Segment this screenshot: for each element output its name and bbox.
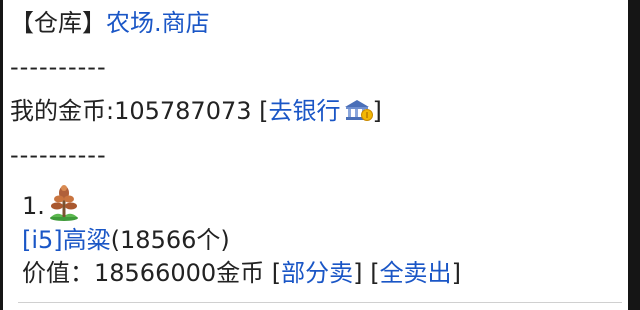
item-level-link[interactable]: [i5] xyxy=(22,226,63,254)
gold-row: 我的金币:105787073 [去银行 ] xyxy=(10,96,382,126)
item-value-row: 价值：18566000金币 [部分卖] [全卖出] xyxy=(22,258,461,288)
item-quantity: (18566个) xyxy=(110,226,230,254)
sell-part-open-bracket: [ xyxy=(271,259,282,287)
bank-close-bracket: ] xyxy=(372,97,382,125)
sell-all-button[interactable]: 全卖出 xyxy=(380,259,452,287)
divider-top: ---------- xyxy=(10,53,107,81)
sorghum-plant-icon xyxy=(49,185,78,221)
go-to-bank-label: 去银行 xyxy=(268,97,341,125)
sell-part-button[interactable]: 部分卖 xyxy=(281,259,353,287)
left-frame-edge xyxy=(0,0,3,310)
item-name-row: [i5]高粱(18566个) xyxy=(22,225,230,255)
page-header: 【仓库】农场.商店 xyxy=(10,8,210,38)
sell-all-open-bracket: [ xyxy=(370,259,380,287)
right-frame-edge xyxy=(628,0,640,310)
sell-part-close-bracket: ] xyxy=(353,259,363,287)
divider-bottom: ---------- xyxy=(10,141,107,169)
sell-all-close-bracket: ] xyxy=(451,259,461,287)
go-to-bank-link[interactable]: 去银行 xyxy=(269,97,373,125)
item-index: 1. xyxy=(22,192,45,220)
warehouse-title: 【仓库】 xyxy=(10,9,106,37)
bank-open-bracket: [ xyxy=(259,97,269,125)
gold-balance: 我的金币:105787073 xyxy=(10,97,252,125)
farm-shop-link[interactable]: 农场.商店 xyxy=(106,9,210,37)
bottom-divider xyxy=(18,302,622,303)
bank-icon xyxy=(344,100,373,121)
item-value: 价值：18566000金币 xyxy=(22,259,265,287)
item-name-link[interactable]: 高粱 xyxy=(63,226,111,254)
item-index-row: 1. xyxy=(22,184,81,222)
